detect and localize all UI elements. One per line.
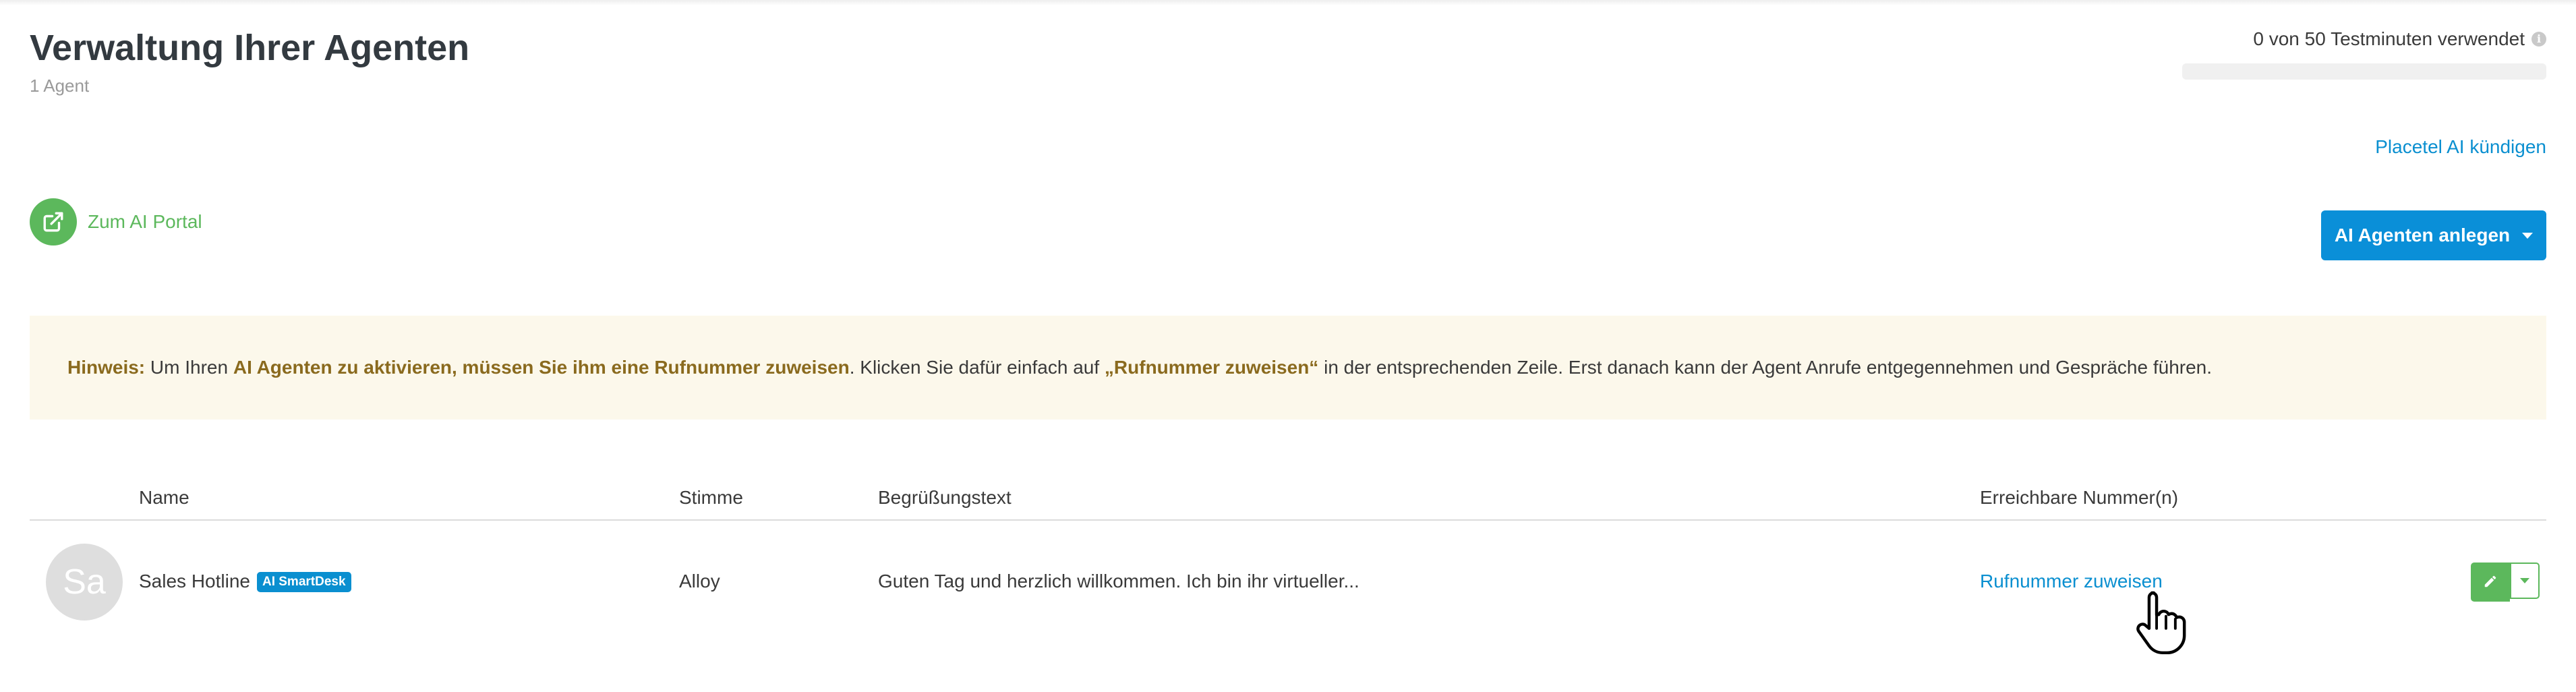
edit-button[interactable] — [2471, 563, 2510, 602]
hint-bold-1: AI Agenten zu aktivieren, müssen Sie ihm… — [233, 357, 850, 378]
row-actions — [2471, 563, 2540, 602]
column-header-numbers[interactable]: Erreichbare Nummer(n) — [1980, 487, 2178, 509]
hint-bold-2: „Rufnummer zuweisen“ — [1104, 357, 1319, 378]
hint-text-3: in der entsprechenden Zeile. Erst danach… — [1318, 357, 2213, 378]
agent-greeting: Guten Tag und herzlich willkommen. Ich b… — [878, 571, 1359, 592]
more-actions-dropdown[interactable] — [2510, 563, 2540, 599]
usage-text-wrap: 0 von 50 Testminuten verwendet i — [2253, 28, 2546, 50]
cancel-ai-link[interactable]: Placetel AI kündigen — [2375, 136, 2546, 158]
page-title: Verwaltung Ihrer Agenten — [30, 28, 470, 68]
external-link-icon[interactable] — [30, 198, 77, 246]
hand-cursor-icon — [2136, 591, 2186, 655]
agent-count: 1 Agent — [30, 76, 90, 96]
create-agent-label: AI Agenten anlegen — [2334, 225, 2511, 246]
hint-notice: Hinweis: Um Ihren AI Agenten zu aktivier… — [30, 316, 2546, 420]
hint-label: Hinweis: — [67, 357, 146, 378]
ai-portal-link[interactable]: Zum AI Portal — [30, 198, 202, 246]
agent-name: Sales Hotline — [139, 571, 250, 592]
column-header-greeting[interactable]: Begrüßungstext — [878, 487, 1012, 509]
hint-text-2: . Klicken Sie dafür einfach auf — [849, 357, 1105, 378]
caret-down-icon — [2520, 578, 2529, 583]
caret-down-icon — [2522, 232, 2534, 239]
smartdesk-badge: AI SmartDesk — [256, 572, 351, 592]
top-shadow — [0, 0, 2576, 5]
pencil-icon — [2483, 574, 2498, 591]
agent-name-cell: Sales Hotline AI SmartDesk — [139, 571, 351, 592]
hint-text-1: Um Ihren — [145, 357, 233, 378]
info-icon[interactable]: i — [2531, 32, 2546, 47]
column-header-voice[interactable]: Stimme — [679, 487, 743, 509]
avatar: Sa — [46, 544, 123, 621]
table-header: Name Stimme Begrüßungstext Erreichbare N… — [30, 484, 2546, 521]
agent-voice: Alloy — [679, 571, 720, 592]
usage-panel: 0 von 50 Testminuten verwendet i — [2182, 28, 2546, 80]
create-agent-button[interactable]: AI Agenten anlegen — [2321, 210, 2546, 260]
usage-progress-bar — [2182, 63, 2546, 80]
column-header-name[interactable]: Name — [139, 487, 189, 509]
ai-portal-label[interactable]: Zum AI Portal — [88, 211, 202, 233]
usage-text: 0 von 50 Testminuten verwendet — [2253, 28, 2525, 49]
